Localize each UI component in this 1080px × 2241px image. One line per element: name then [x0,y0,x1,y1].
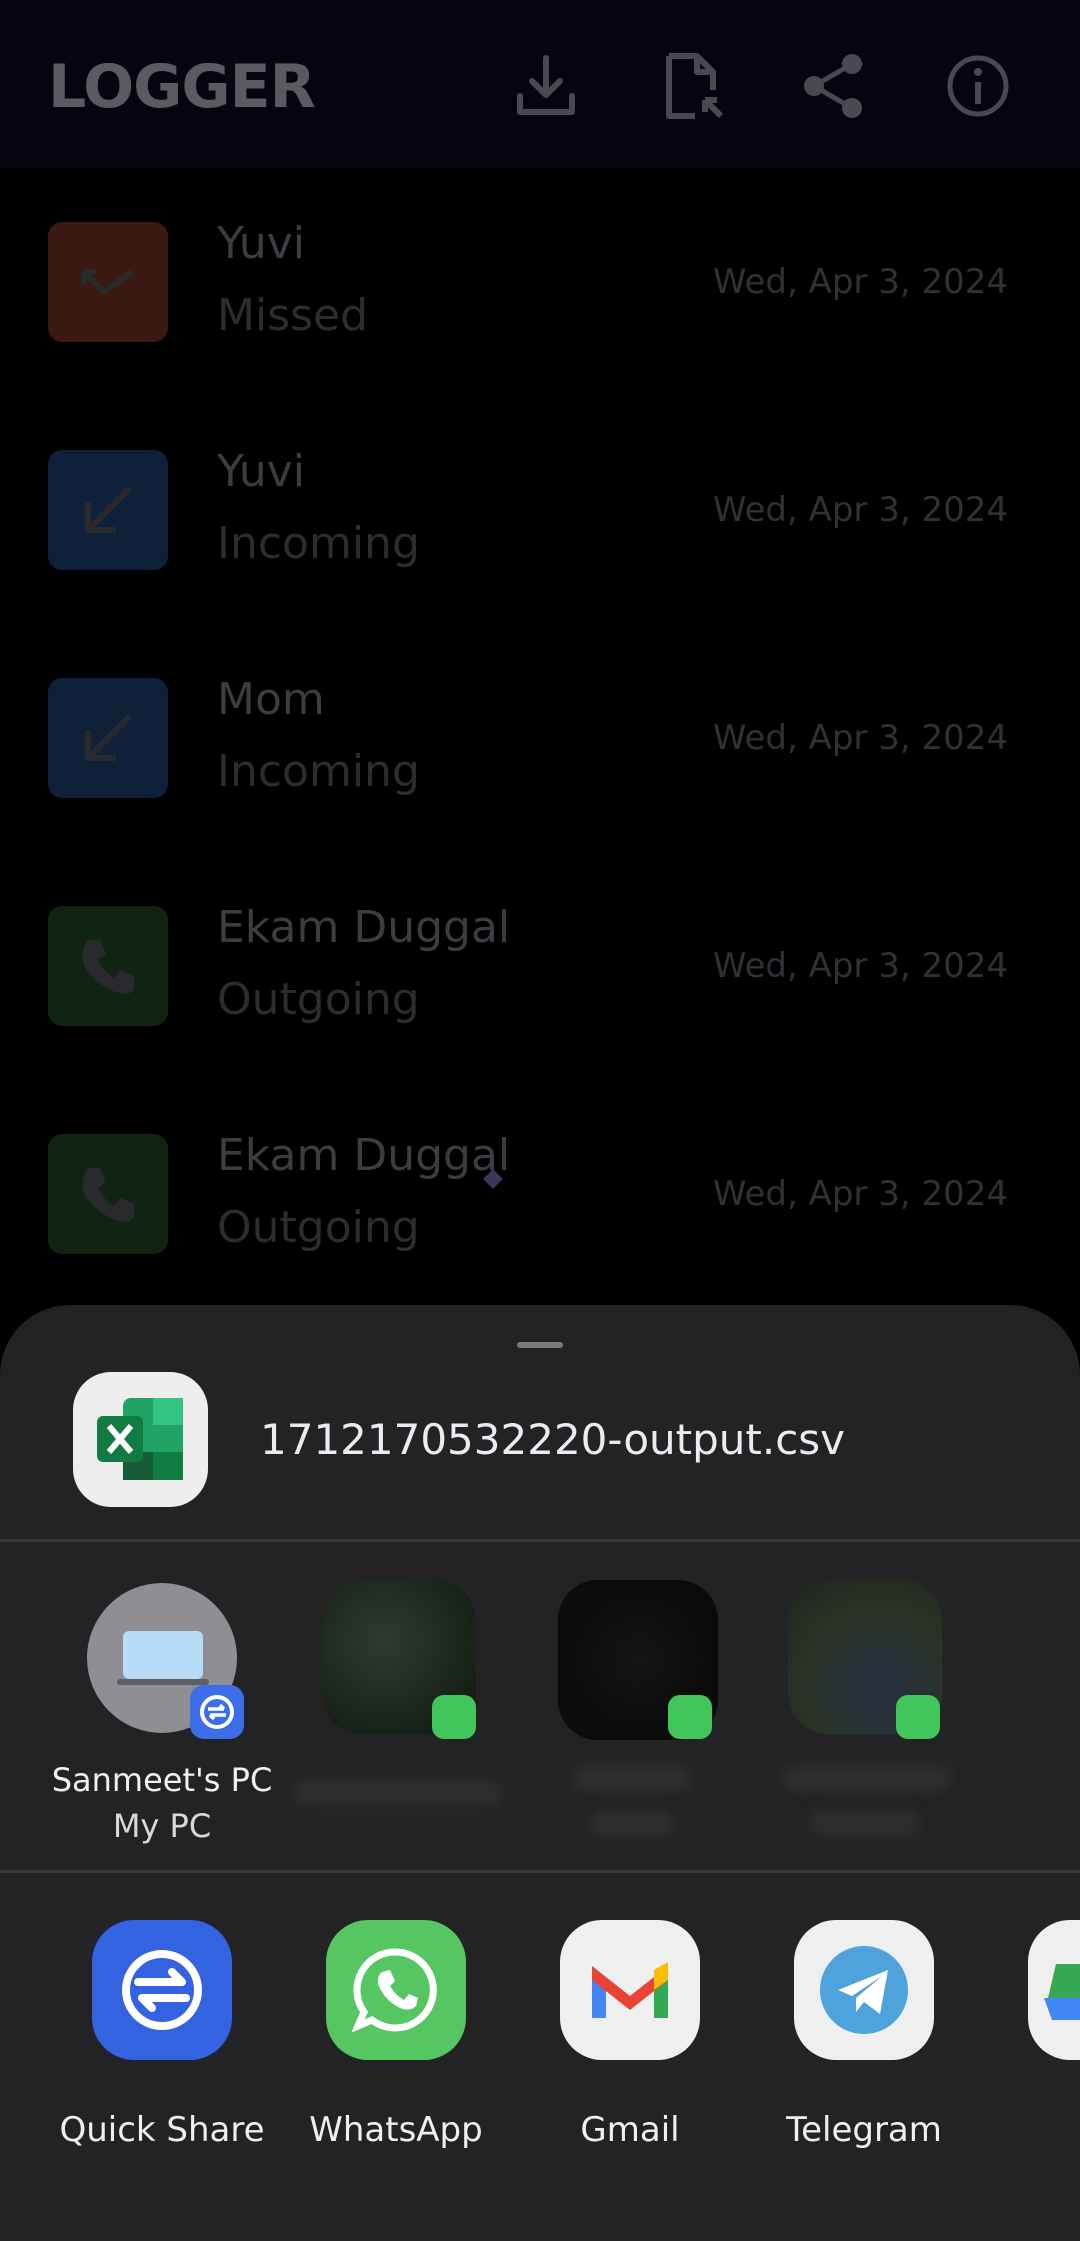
contact-name: Yuvi [217,446,305,497]
call-log-item[interactable]: Yuvi Incoming Wed, Apr 3, 2024 [0,446,1080,678]
info-icon[interactable] [942,50,1014,122]
incoming-call-icon [48,678,168,798]
quick-share-badge-icon [190,1685,244,1739]
contact-label-blurred [590,1810,674,1836]
drive-icon[interactable] [1028,1920,1080,2060]
contact-name: Ekam Duggal [217,902,511,953]
download-icon[interactable] [510,50,582,122]
call-type: Incoming [217,746,420,797]
contact-label-blurred [810,1810,920,1836]
gmail-icon[interactable] [560,1920,700,2060]
excel-icon [73,1372,208,1507]
gmail-label: Gmail [580,2110,680,2150]
drive-label: D [978,2110,1080,2150]
contact-name: Mom [217,674,325,725]
missed-call-icon [48,222,168,342]
telegram-icon[interactable] [794,1920,934,2060]
contact-label-blurred [572,1765,692,1791]
contact-label-blurred [782,1765,952,1791]
call-date: Wed, Apr 3, 2024 [712,718,1008,758]
phone-icon [48,1134,168,1254]
call-type: Outgoing [217,974,420,1025]
telegram-label: Telegram [786,2110,942,2150]
divider [0,1539,1080,1542]
whatsapp-label: WhatsApp [309,2110,483,2150]
whatsapp-badge-icon [896,1695,940,1739]
share-icon[interactable] [798,50,870,122]
contact-name: Yuvi [217,218,305,269]
whatsapp-badge-icon [432,1695,476,1739]
call-type: Missed [217,290,369,341]
quick-share-label: Quick Share [59,2110,265,2150]
call-log-item[interactable]: Ekam Duggal Outgoing Wed, Apr 3, 2024 [0,902,1080,1134]
call-date: Wed, Apr 3, 2024 [712,262,1008,302]
file-name: 1712170532220-output.csv [260,1415,846,1464]
call-type: Outgoing [217,1202,420,1253]
share-sheet: 1712170532220-output.csv Sanmeet's PC My… [0,1305,1080,2241]
call-log-item[interactable]: Yuvi Missed Wed, Apr 3, 2024 [0,218,1080,450]
whatsapp-icon[interactable] [326,1920,466,2060]
divider [0,1870,1080,1873]
call-type: Incoming [217,518,420,569]
device-subtitle: My PC [112,1807,212,1845]
quick-share-icon[interactable] [92,1920,232,2060]
whatsapp-badge-icon [668,1695,712,1739]
call-date: Wed, Apr 3, 2024 [712,1174,1008,1214]
app-bar: LOGGER [0,0,1080,168]
device-name: Sanmeet's PC [51,1761,273,1799]
call-date: Wed, Apr 3, 2024 [712,946,1008,986]
drag-handle[interactable] [517,1342,563,1348]
call-log-item[interactable]: Mom Incoming Wed, Apr 3, 2024 [0,674,1080,906]
contact-label-blurred [292,1780,502,1806]
contact-name: Ekam Duggal [217,1130,511,1181]
phone-icon [48,906,168,1026]
export-file-icon[interactable] [655,50,727,122]
app-title: LOGGER [48,52,316,122]
incoming-call-icon [48,450,168,570]
call-date: Wed, Apr 3, 2024 [712,490,1008,530]
